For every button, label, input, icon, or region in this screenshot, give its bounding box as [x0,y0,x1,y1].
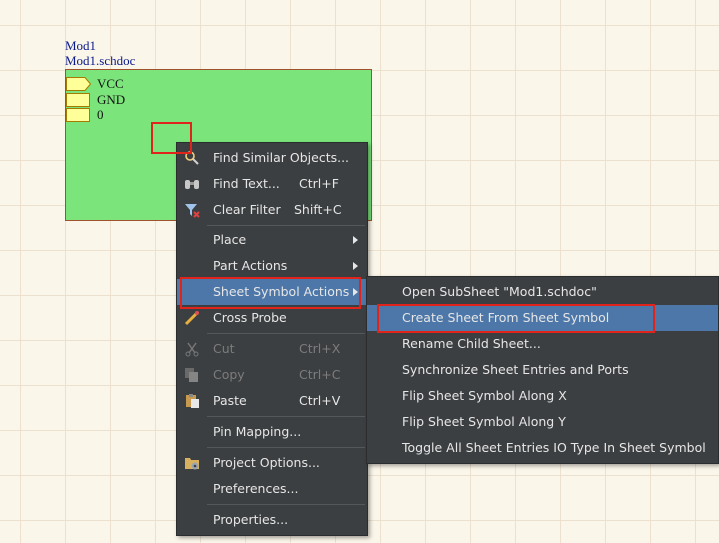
scissors-icon [185,342,199,357]
menu-item-label: Cut [213,341,235,356]
menu-item-part-actions[interactable]: Part Actions [177,253,367,279]
menu-separator [207,504,365,505]
menu-separator [207,333,365,334]
sheet-entry-port-icon [66,93,90,107]
menu-separator [207,225,365,226]
cross-probe-icon [184,311,199,326]
menu-item-shortcut: Ctrl+F [299,176,339,191]
copy-icon [185,368,198,382]
menu-item-shortcut: Ctrl+V [299,393,341,408]
menu-item-label: Properties... [213,512,289,527]
menu-item-label: Pin Mapping... [213,424,302,439]
menu-item-label: Paste [213,393,247,408]
menu-item-preferences[interactable]: Preferences... [177,476,367,502]
sheet-designator: Mod1 [65,38,97,53]
menu-item-label: Place [213,232,247,247]
menu-item-place[interactable]: Place [177,227,367,253]
menu-item-label: Toggle All Sheet Entries IO Type In Shee… [402,440,706,455]
sheet-entry-label: 0 [97,107,104,122]
menu-item-label: Open SubSheet "Mod1.schdoc" [402,284,597,299]
menu-item-label: Copy [213,367,245,382]
menu-separator [207,447,365,448]
menu-item-shortcut: Ctrl+C [299,367,341,382]
menu-item-properties[interactable]: Properties... [177,507,367,533]
menu-item-label: Preferences... [213,481,299,496]
menu-item-paste[interactable]: Paste Ctrl+V [177,388,367,414]
menu-item-label: Find Text... [213,176,280,191]
sheet-entry-port-icon [66,77,92,91]
menu-item-shortcut: Ctrl+X [299,341,341,356]
annotation-highlight-box [377,304,655,333]
binoculars-icon [185,180,199,189]
sheet-entry-label: VCC [97,76,124,91]
menu-item-find-text[interactable]: Find Text... Ctrl+F [177,171,367,197]
menu-item-label: Flip Sheet Symbol Along X [402,388,567,403]
paste-icon [186,394,199,408]
menu-item-pin-mapping[interactable]: Pin Mapping... [177,419,367,445]
menu-separator [207,416,365,417]
menu-item-shortcut: Shift+C [294,202,342,217]
submenu-item-rename-child-sheet[interactable]: Rename Child Sheet... [367,331,718,357]
sheet-filename: Mod1.schdoc [65,53,136,68]
sheet-entry-port-icon [66,108,90,122]
submenu-item-flip-along-x[interactable]: Flip Sheet Symbol Along X [367,383,718,409]
submenu-item-open-subsheet[interactable]: Open SubSheet "Mod1.schdoc" [367,279,718,305]
menu-item-label: Project Options... [213,455,320,470]
submenu-item-toggle-io-type[interactable]: Toggle All Sheet Entries IO Type In Shee… [367,435,718,461]
clear-filter-icon [185,204,200,218]
menu-item-label: Find Similar Objects... [213,150,350,165]
menu-item-label: Part Actions [213,258,288,273]
annotation-highlight-box [180,277,361,309]
menu-item-label: Flip Sheet Symbol Along Y [402,414,566,429]
menu-item-label: Synchronize Sheet Entries and Ports [402,362,629,377]
annotation-highlight-box [151,122,192,154]
submenu-arrow-icon [353,236,358,244]
project-options-icon [185,458,199,470]
submenu-item-flip-along-y[interactable]: Flip Sheet Symbol Along Y [367,409,718,435]
menu-item-label: Rename Child Sheet... [402,336,541,351]
menu-item-project-options[interactable]: Project Options... [177,450,367,476]
menu-item-cut[interactable]: Cut Ctrl+X [177,336,367,362]
submenu-item-synchronize-sheet-entries[interactable]: Synchronize Sheet Entries and Ports [367,357,718,383]
menu-item-find-similar-objects[interactable]: Find Similar Objects... [177,145,367,171]
context-menu: Find Similar Objects... Find Text... Ctr… [176,142,368,536]
menu-item-copy[interactable]: Copy Ctrl+C [177,362,367,388]
submenu-arrow-icon [353,262,358,270]
menu-item-label: Clear Filter [213,202,281,217]
sheet-entry-label: GND [97,92,126,107]
menu-item-clear-filter[interactable]: Clear Filter Shift+C [177,197,367,223]
